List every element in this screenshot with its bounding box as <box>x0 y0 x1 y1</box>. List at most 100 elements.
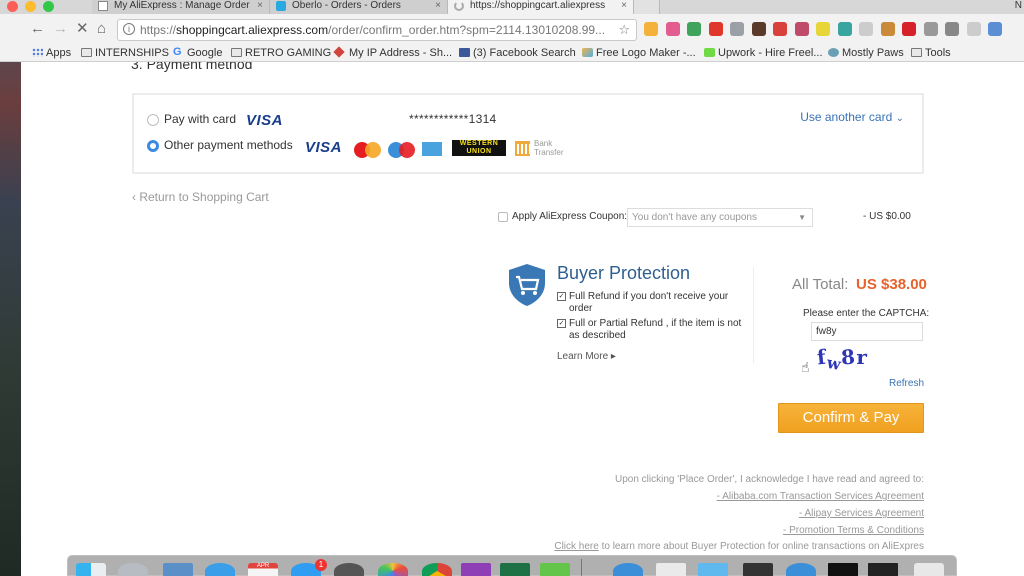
captcha-input[interactable] <box>811 322 923 341</box>
extension-icon[interactable] <box>902 22 916 36</box>
captcha-refresh-link[interactable]: Refresh <box>889 378 924 389</box>
bookmark-retro-gaming[interactable]: RETRO GAMING <box>231 46 331 60</box>
learn-more-link[interactable]: Learn More ▸ <box>557 351 616 362</box>
bookmark-label: Upwork - Hire Freel... <box>718 47 823 59</box>
tab-shoppingcart[interactable]: https://shoppingcart.aliexpress × <box>448 0 634 14</box>
calendar-icon[interactable]: APR <box>248 563 278 576</box>
bookmark-google[interactable]: G Google <box>173 46 222 60</box>
tab-close-icon[interactable]: × <box>621 0 627 12</box>
other-payment-label[interactable]: Other payment methods <box>164 138 293 152</box>
tab-close-icon[interactable]: × <box>435 0 441 12</box>
preview-icon[interactable] <box>163 563 193 576</box>
extension-icon[interactable] <box>966 22 981 36</box>
bookmark-mostly-paws[interactable]: Mostly Paws <box>828 46 904 60</box>
coupon-select[interactable]: You don't have any coupons ▼ <box>627 208 813 227</box>
maximize-window-button[interactable] <box>43 1 54 12</box>
facebook-icon <box>459 48 470 57</box>
extension-icon[interactable] <box>687 22 701 36</box>
new-tab-button[interactable] <box>634 0 660 14</box>
bookmark-label: My IP Address - Sh... <box>349 47 453 59</box>
folder-icon[interactable] <box>698 563 728 576</box>
bookmark-label: Free Logo Maker -... <box>596 47 696 59</box>
extension-icon[interactable] <box>816 22 830 36</box>
url-host: shoppingcart.aliexpress.com <box>176 23 329 37</box>
bookmark-logo-maker[interactable]: Free Logo Maker -... <box>582 46 696 60</box>
captcha-char: r <box>856 345 868 369</box>
other-payment-radio[interactable] <box>147 140 159 152</box>
back-icon[interactable]: ← <box>30 20 45 38</box>
stop-icon[interactable]: ✕ <box>76 20 89 38</box>
extension-icon[interactable] <box>794 22 809 36</box>
alibaba-agreement-link[interactable]: - Alibaba.com Transaction Services Agree… <box>717 491 924 502</box>
use-another-card-label: Use another card <box>800 110 893 124</box>
window-thumbnail-icon[interactable] <box>828 563 858 576</box>
bookmark-upwork[interactable]: Upwork - Hire Freel... <box>704 46 823 60</box>
extension-icon[interactable] <box>773 22 787 36</box>
photos-icon[interactable] <box>378 563 408 576</box>
url-path: /order/confirm_order.htm?spm=2114.130102… <box>328 23 606 37</box>
forward-icon[interactable]: → <box>53 20 68 38</box>
extension-icon[interactable] <box>665 22 680 36</box>
pay-with-card-label[interactable]: Pay with card <box>164 112 236 126</box>
extension-icon[interactable] <box>945 22 959 36</box>
click-here-link[interactable]: Click here <box>554 541 598 552</box>
extension-icon[interactable] <box>880 22 895 36</box>
tab-my-aliexpress[interactable]: My AliExpress : Manage Order × <box>92 0 270 14</box>
close-window-button[interactable] <box>7 1 18 12</box>
globe-icon[interactable] <box>786 563 816 576</box>
bookmark-label: Mostly Paws <box>842 47 904 59</box>
extension-icon[interactable] <box>859 22 873 36</box>
home-icon[interactable]: ⌂ <box>97 20 106 38</box>
visa-logo: VISA <box>246 112 284 129</box>
tab-close-icon[interactable]: × <box>257 0 263 12</box>
screenshot-icon[interactable] <box>743 563 773 576</box>
launchpad-icon[interactable] <box>118 563 148 576</box>
promotion-terms-link[interactable]: - Promotion Terms & Conditions <box>783 525 924 536</box>
address-bar[interactable]: i https://shoppingcart.aliexpress.com/or… <box>117 19 637 41</box>
extension-icon[interactable] <box>730 22 744 36</box>
divider <box>753 267 754 363</box>
extension-icon[interactable] <box>837 22 852 36</box>
finder-icon[interactable] <box>76 563 106 576</box>
onenote-icon[interactable] <box>461 563 491 576</box>
site-info-icon[interactable]: i <box>123 23 135 35</box>
excel-icon[interactable] <box>500 563 530 576</box>
bookmark-facebook[interactable]: (3) Facebook Search <box>459 46 576 60</box>
minimize-window-button[interactable] <box>25 1 36 12</box>
card-number: ************1314 <box>409 112 497 126</box>
captcha-image: fw8r <box>816 345 868 375</box>
extension-icon[interactable] <box>644 22 658 36</box>
extension-icon[interactable] <box>751 22 766 36</box>
coupon-label: Apply AliExpress Coupon: <box>512 211 628 222</box>
extension-icon[interactable] <box>923 22 938 36</box>
bookmark-star-icon[interactable]: ☆ <box>618 20 630 40</box>
tab-oberlo[interactable]: Oberlo - Orders - Orders × <box>270 0 448 14</box>
green-app-icon[interactable] <box>540 563 570 576</box>
bookmark-label: RETRO GAMING <box>245 47 332 59</box>
apply-coupon-checkbox[interactable] <box>498 212 508 222</box>
visa-logo: VISA <box>305 139 343 156</box>
globe-icon[interactable] <box>613 563 643 576</box>
alipay-agreement-link[interactable]: - Alipay Services Agreement <box>799 508 924 519</box>
bookmark-tools[interactable]: Tools <box>911 46 951 60</box>
bookmark-my-ip[interactable]: My IP Address - Sh... <box>333 46 453 60</box>
checkout-page: 3. Payment method Pay with card VISA ***… <box>21 62 1024 576</box>
extension-icon[interactable] <box>988 22 1002 36</box>
system-preferences-icon[interactable] <box>334 563 364 576</box>
total-label: All Total: <box>792 276 849 293</box>
mastercard-logo <box>354 142 382 158</box>
extension-icon[interactable] <box>708 22 723 36</box>
chrome-icon[interactable] <box>422 563 452 576</box>
folder-icon <box>231 48 242 57</box>
window-thumbnail-icon[interactable] <box>868 563 898 576</box>
return-to-cart-link[interactable]: ‹ Return to Shopping Cart <box>132 190 269 204</box>
confirm-and-pay-button[interactable]: Confirm & Pay <box>778 403 924 433</box>
profile-button[interactable]: N <box>1015 0 1022 11</box>
bookmark-internships[interactable]: INTERNSHIPS <box>81 46 169 60</box>
bookmark-apps[interactable]: Apps <box>32 46 71 60</box>
safari-icon[interactable] <box>205 563 235 576</box>
spreadsheet-doc-icon[interactable] <box>656 563 686 576</box>
use-another-card-link[interactable]: Use another card ⌄ <box>800 110 904 124</box>
trash-icon[interactable] <box>914 563 944 576</box>
pay-with-card-radio[interactable] <box>147 114 159 126</box>
